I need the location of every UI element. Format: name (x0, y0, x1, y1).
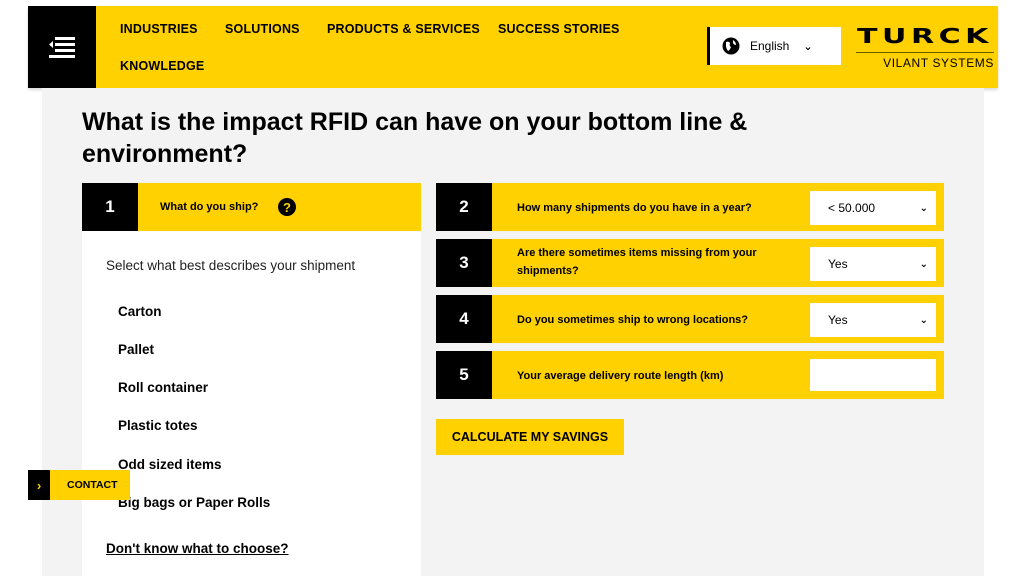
step3-question: Are there sometimes items missing from y… (517, 247, 757, 277)
step4-question: Do you sometimes ship to wrong locations… (517, 314, 749, 326)
chevron-right-icon: › (28, 470, 50, 500)
step1-instruction: Select what best describes your shipment (106, 258, 356, 273)
missing-items-select[interactable]: Yes ⌄ (810, 247, 936, 281)
chevron-down-icon: ⌄ (919, 314, 928, 326)
chevron-down-icon: ⌄ (919, 202, 928, 214)
missing-items-value: Yes (828, 257, 848, 271)
logo-subtitle: VILANT SYSTEMS (883, 56, 994, 70)
menu-icon (49, 37, 75, 58)
turck-logo: TURCK (857, 24, 993, 48)
option-carton[interactable]: Carton (118, 304, 162, 319)
step2-number: 2 (436, 183, 492, 231)
route-length-input[interactable] (810, 359, 936, 391)
nav-solutions[interactable]: SOLUTIONS (225, 22, 300, 36)
logo-divider (856, 52, 994, 53)
shipments-per-year-value: < 50.000 (828, 201, 876, 215)
option-pallet[interactable]: Pallet (118, 342, 154, 357)
step1-question: What do you ship? (160, 201, 259, 213)
help-icon[interactable]: ? (278, 198, 296, 216)
option-big-bags[interactable]: Big bags or Paper Rolls (118, 495, 270, 510)
step5-number: 5 (436, 351, 492, 399)
calculate-savings-button[interactable]: CALCULATE MY SAVINGS (436, 419, 624, 455)
nav-products-services[interactable]: PRODUCTS & SERVICES (327, 22, 480, 36)
dont-know-link[interactable]: Don't know what to choose? (106, 541, 288, 556)
option-plastic-totes[interactable]: Plastic totes (118, 418, 198, 433)
language-selector[interactable]: English ⌄ (707, 27, 841, 65)
nav-industries[interactable]: INDUSTRIES (120, 22, 198, 36)
chevron-down-icon: ⌄ (803, 40, 813, 53)
language-label: English (750, 39, 790, 53)
chevron-down-icon: ⌄ (919, 258, 928, 270)
globe-icon (722, 37, 740, 55)
nav-knowledge[interactable]: KNOWLEDGE (120, 59, 204, 73)
site-header: INDUSTRIES SOLUTIONS PRODUCTS & SERVICES… (28, 6, 998, 88)
step5-question: Your average delivery route length (km) (517, 370, 724, 382)
step2-question: How many shipments do you have in a year… (517, 202, 752, 214)
wrong-locations-select[interactable]: Yes ⌄ (810, 303, 936, 337)
contact-label: CONTACT (67, 479, 118, 491)
wrong-locations-value: Yes (828, 313, 848, 327)
nav-success-stories[interactable]: SUCCESS STORIES (498, 22, 620, 36)
page-title: What is the impact RFID can have on your… (82, 108, 748, 168)
menu-button[interactable] (28, 6, 96, 88)
svg-text:TURCK: TURCK (857, 24, 993, 48)
option-odd-sized-items[interactable]: Odd sized items (118, 457, 222, 472)
contact-button[interactable]: › CONTACT (28, 470, 130, 500)
step4-number: 4 (436, 295, 492, 343)
step1-header: 1 What do you ship? ? (82, 183, 421, 231)
shipments-per-year-select[interactable]: < 50.000 ⌄ (810, 191, 936, 225)
step1-number: 1 (82, 183, 138, 231)
option-roll-container[interactable]: Roll container (118, 380, 208, 395)
step3-number: 3 (436, 239, 492, 287)
